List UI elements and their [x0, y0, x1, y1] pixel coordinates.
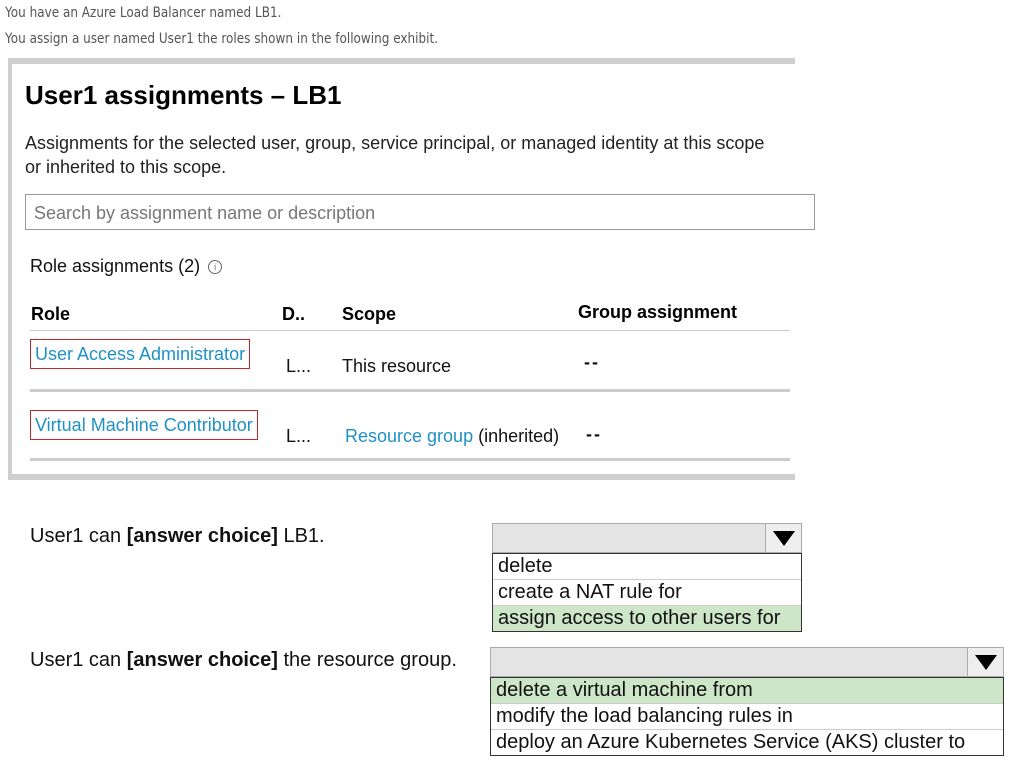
page-title: User1 assignments – LB1 — [25, 80, 342, 110]
chevron-down-icon[interactable] — [765, 524, 801, 552]
chevron-down-icon[interactable] — [967, 648, 1003, 676]
role-link[interactable]: User Access Administrator — [30, 339, 251, 369]
role-link[interactable]: Virtual Machine Contributor — [30, 410, 258, 440]
answer-options-2: delete a virtual machine from modify the… — [490, 677, 1004, 756]
column-header-role[interactable]: Role — [31, 304, 70, 325]
scope-link[interactable]: Resource group — [345, 426, 473, 446]
intro-line-1: You have an Azure Load Balancer named LB… — [5, 5, 282, 21]
scope-cell: This resource — [342, 356, 452, 376]
option-delete-vm[interactable]: delete a virtual machine from — [491, 678, 1003, 704]
group-assignment-cell: -- — [584, 352, 600, 372]
option-create-nat-rule[interactable]: create a NAT rule for — [493, 580, 801, 606]
question-prefix: User1 can — [30, 525, 127, 547]
exhibit-content: User1 assignments – LB1 Assignments for … — [12, 64, 815, 474]
question-prefix: User1 can — [30, 649, 127, 671]
option-modify-lb-rules[interactable]: modify the load balancing rules in — [491, 704, 1003, 730]
role-assignments-count: Role assignments (2) i — [30, 256, 223, 277]
group-assignment-cell: -- — [586, 424, 602, 444]
intro-line-2: You assign a user named User1 the roles … — [5, 31, 439, 47]
page-description: Assignments for the selected user, group… — [25, 133, 765, 177]
option-deploy-aks[interactable]: deploy an Azure Kubernetes Service (AKS)… — [491, 730, 1003, 755]
role-cell[interactable]: User Access Administrator — [30, 339, 251, 369]
answer-choice-label: [answer choice] — [126, 649, 278, 671]
option-assign-access[interactable]: assign access to other users for — [493, 606, 801, 631]
role-assignments-label: Role assignments (2) — [30, 256, 201, 276]
question-1-text: User1 can [answer choice] LB1. — [30, 525, 325, 548]
column-header-scope[interactable]: Scope — [342, 304, 396, 325]
scope-suffix: (inherited) — [478, 426, 560, 446]
column-header-group-assignment[interactable]: Group assignment — [578, 302, 737, 323]
info-icon[interactable]: i — [208, 260, 223, 274]
row-divider — [30, 458, 790, 461]
row-divider — [30, 389, 790, 392]
option-delete[interactable]: delete — [493, 554, 801, 580]
answer-choice-label: [answer choice] — [126, 525, 278, 547]
role-cell[interactable]: Virtual Machine Contributor — [30, 410, 258, 440]
answer-options-1: delete create a NAT rule for assign acce… — [492, 553, 802, 632]
header-divider — [30, 330, 790, 331]
answer-dropdown-2[interactable] — [490, 647, 1004, 677]
search-input[interactable]: Search by assignment name or description — [25, 194, 815, 230]
column-header-description[interactable]: D.. — [282, 304, 305, 325]
question-2-text: User1 can [answer choice] the resource g… — [30, 649, 457, 672]
answer-dropdown-1[interactable] — [492, 523, 802, 553]
exhibit-panel: User1 assignments – LB1 Assignments for … — [8, 58, 815, 480]
scope-cell: Resource group (inherited) — [345, 426, 559, 447]
question-suffix: the resource group. — [277, 649, 457, 671]
question-suffix: LB1. — [277, 525, 325, 547]
description-cell: L... — [286, 356, 312, 376]
description-cell: L... — [286, 426, 312, 446]
